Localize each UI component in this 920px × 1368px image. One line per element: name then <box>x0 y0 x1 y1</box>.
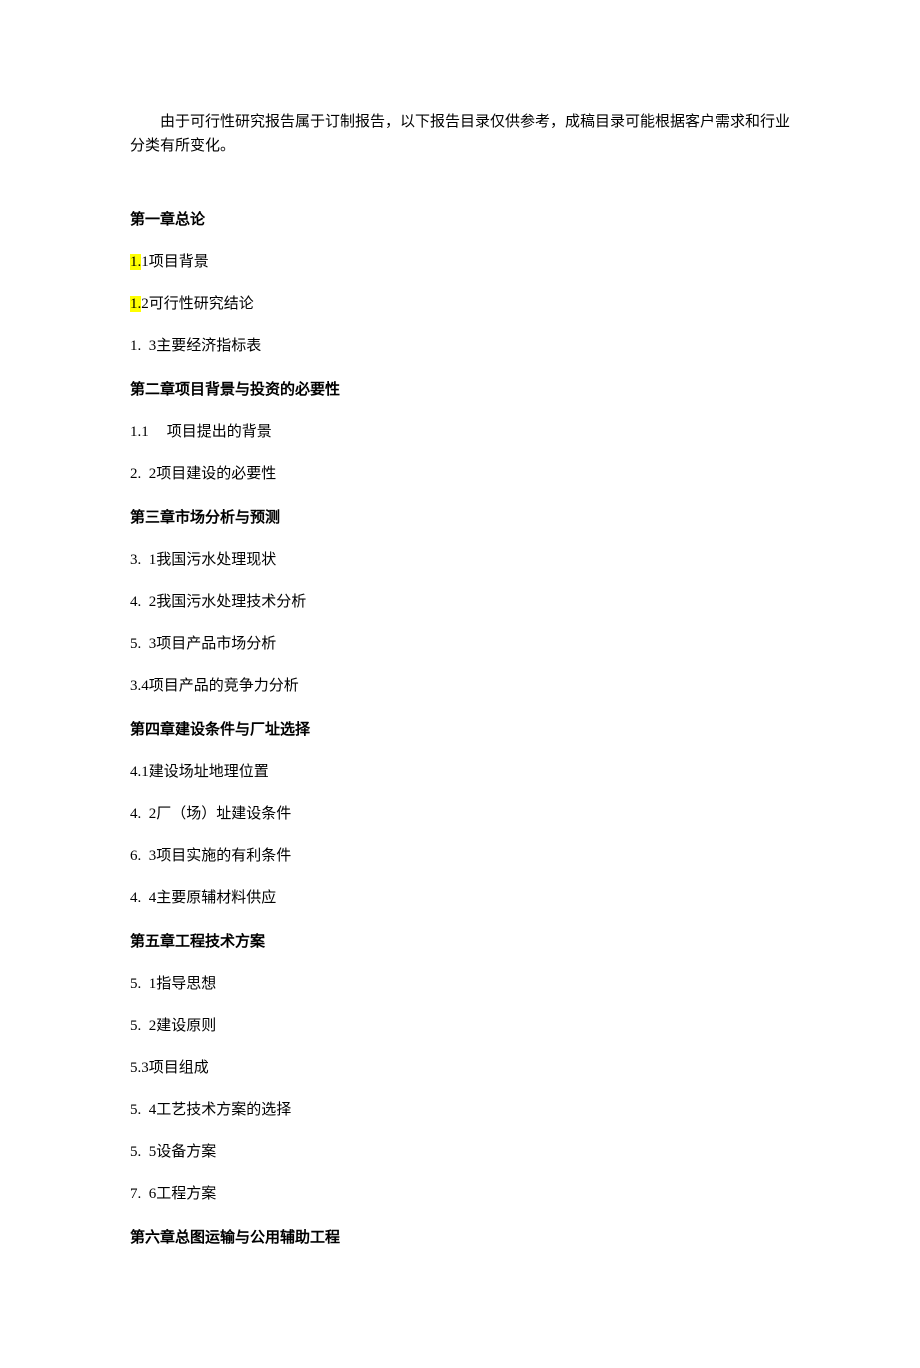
item-text: 我国污水处理技术分析 <box>156 594 306 610</box>
toc-item: 2.2项目建设的必要性 <box>130 462 790 486</box>
item-text: 项目产品市场分析 <box>156 636 276 652</box>
item-prefix: 4.1 <box>130 764 149 780</box>
item-prefix: 5. <box>130 1144 141 1160</box>
chapter-heading: 第五章工程技术方案 <box>130 930 790 954</box>
toc-item: 5.5设备方案 <box>130 1140 790 1164</box>
item-text: 设备方案 <box>156 1144 216 1160</box>
item-prefix: 4. <box>130 890 141 906</box>
chapter-heading: 第六章总图运输与公用辅助工程 <box>130 1226 790 1250</box>
item-number: 2 <box>141 296 149 312</box>
item-text: 项目背景 <box>149 254 209 270</box>
item-text: 项目建设的必要性 <box>156 466 276 482</box>
item-text: 指导思想 <box>156 976 216 992</box>
item-prefix: 4. <box>130 594 141 610</box>
item-text: 项目组成 <box>149 1060 209 1076</box>
item-prefix: 3. <box>130 552 141 568</box>
item-prefix: 3.4 <box>130 678 149 694</box>
item-text: 可行性研究结论 <box>149 296 254 312</box>
toc-item: 4.1建设场址地理位置 <box>130 760 790 784</box>
toc-item: 1.2可行性研究结论 <box>130 292 790 316</box>
item-text: 主要原辅材料供应 <box>156 890 276 906</box>
item-prefix: 5. <box>130 1018 141 1034</box>
item-prefix: 5. <box>130 1102 141 1118</box>
item-text: 建设原则 <box>156 1018 216 1034</box>
item-number: 1 <box>141 254 149 270</box>
item-text: 项目实施的有利条件 <box>156 848 291 864</box>
toc-item: 3.4项目产品的竞争力分析 <box>130 674 790 698</box>
item-prefix: 4. <box>130 806 141 822</box>
chapter-heading: 第三章市场分析与预测 <box>130 506 790 530</box>
toc-item: 5.3项目产品市场分析 <box>130 632 790 656</box>
toc-item: 4.2厂（场）址建设条件 <box>130 802 790 826</box>
item-prefix: 2. <box>130 466 141 482</box>
item-text: 厂（场）址建设条件 <box>156 806 291 822</box>
toc-item: 4.2我国污水处理技术分析 <box>130 590 790 614</box>
item-text: 我国污水处理现状 <box>156 552 276 568</box>
item-text: 主要经济指标表 <box>156 338 261 354</box>
item-prefix: 1. <box>130 338 141 354</box>
item-prefix: 5.3 <box>130 1060 149 1076</box>
toc-item: 1.1 项目提出的背景 <box>130 420 790 444</box>
item-text: 工艺技术方案的选择 <box>156 1102 291 1118</box>
toc-item: 1.1项目背景 <box>130 250 790 274</box>
intro-paragraph: 由于可行性研究报告属于订制报告，以下报告目录仅供参考，成稿目录可能根据客户需求和… <box>130 110 790 158</box>
item-prefix: 7. <box>130 1186 141 1202</box>
item-prefix: 6. <box>130 848 141 864</box>
highlight-prefix: 1. <box>130 254 141 270</box>
toc-item: 6.3项目实施的有利条件 <box>130 844 790 868</box>
item-text: 工程方案 <box>156 1186 216 1202</box>
toc-item: 3.1我国污水处理现状 <box>130 548 790 572</box>
toc-content: 第一章总论1.1项目背景1.2可行性研究结论1.3主要经济指标表第二章项目背景与… <box>130 208 790 1250</box>
item-text: 建设场址地理位置 <box>149 764 269 780</box>
item-text: 项目提出的背景 <box>167 424 272 440</box>
chapter-heading: 第四章建设条件与厂址选择 <box>130 718 790 742</box>
toc-item: 5.3项目组成 <box>130 1056 790 1080</box>
toc-item: 7.6工程方案 <box>130 1182 790 1206</box>
toc-item: 5.4工艺技术方案的选择 <box>130 1098 790 1122</box>
item-prefix: 5. <box>130 636 141 652</box>
highlight-prefix: 1. <box>130 296 141 312</box>
toc-item: 5.2建设原则 <box>130 1014 790 1038</box>
item-text: 项目产品的竞争力分析 <box>149 678 299 694</box>
toc-item: 4.4主要原辅材料供应 <box>130 886 790 910</box>
chapter-heading: 第一章总论 <box>130 208 790 232</box>
toc-item: 1.3主要经济指标表 <box>130 334 790 358</box>
item-prefix: 1.1 <box>130 424 149 440</box>
toc-item: 5.1指导思想 <box>130 972 790 996</box>
chapter-heading: 第二章项目背景与投资的必要性 <box>130 378 790 402</box>
item-prefix: 5. <box>130 976 141 992</box>
